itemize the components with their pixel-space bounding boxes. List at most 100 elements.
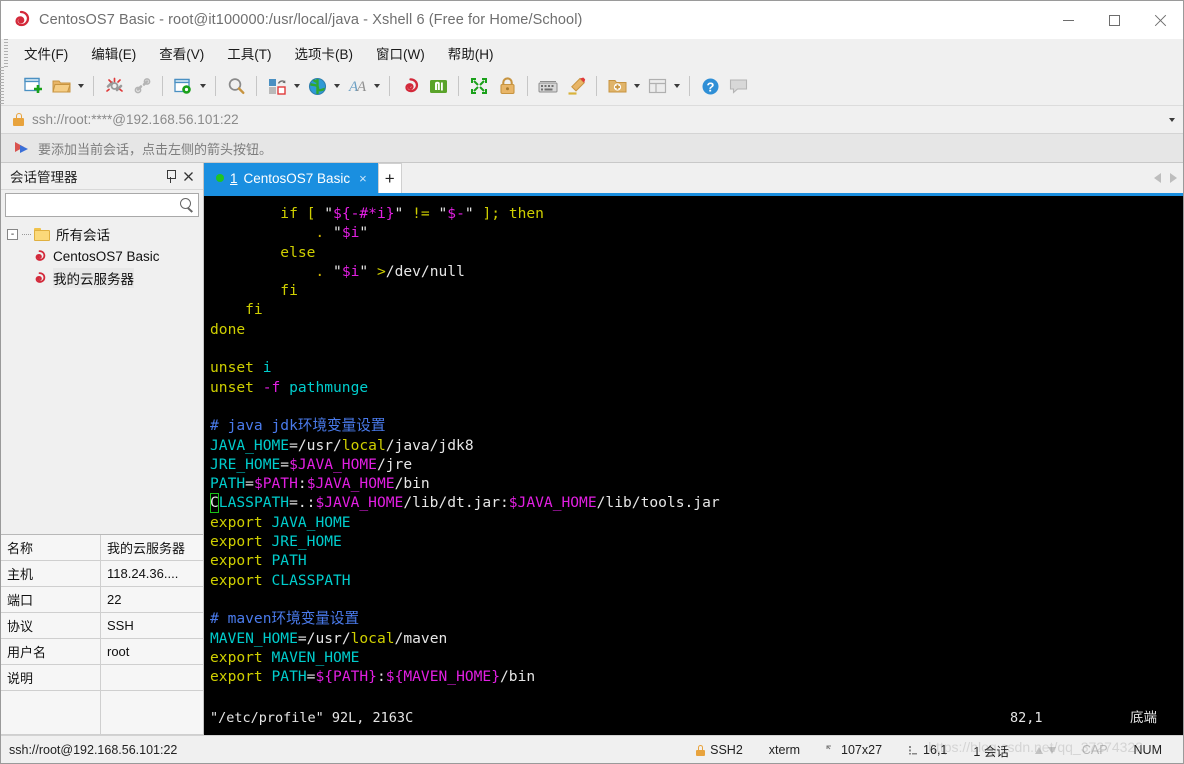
layout-dropdown[interactable] (291, 72, 303, 100)
terminal-text: " (333, 224, 342, 242)
terminal-text: JRE_HOME (210, 455, 281, 473)
terminal-text: /jre (376, 455, 413, 473)
menu-file[interactable]: 文件(F) (21, 41, 71, 65)
panel-close-button[interactable] (179, 166, 197, 186)
property-value: 118.24.36.... (107, 566, 179, 581)
property-key-blank (1, 691, 101, 734)
terminal-area: 1 CentosOS7 Basic × + if [ "${-#*i}" != … (204, 163, 1183, 735)
tab-close-button[interactable]: × (356, 171, 370, 186)
toolbar: A A ? (0, 67, 1183, 105)
lock-icon[interactable] (493, 72, 521, 100)
new-folder-dropdown[interactable] (631, 72, 643, 100)
panes-dropdown[interactable] (671, 72, 683, 100)
menu-window[interactable]: 窗口(W) (373, 41, 428, 65)
chevron-left-icon[interactable] (1154, 173, 1161, 183)
terminal-line: export PATH=${PATH}:${MAVEN_HOME}/bin (210, 667, 1183, 686)
address-bar[interactable]: ssh://root:****@192.168.56.101:22 (1, 105, 1183, 133)
terminal-text: export (210, 552, 272, 570)
session-properties-icon[interactable] (169, 72, 197, 100)
tree-node-all-sessions[interactable]: - 所有会话 (1, 223, 203, 245)
panes-icon[interactable] (643, 72, 671, 100)
terminal-text: MAVEN_HOME (210, 629, 298, 647)
terminal-text: /bin (500, 668, 536, 686)
status-terminal-type-text: xterm (768, 743, 801, 757)
terminal-line: export PATH (210, 551, 1183, 570)
keyboard-icon[interactable] (534, 72, 562, 100)
reconnect-icon[interactable] (128, 72, 156, 100)
close-button[interactable] (1137, 1, 1183, 39)
feedback-icon[interactable] (724, 72, 752, 100)
status-cursor-text: 16,1 (923, 743, 948, 757)
menu-tabs[interactable]: 选项卡(B) (292, 41, 357, 65)
property-key: 名称 (1, 535, 101, 560)
terminal-text: ]; (473, 205, 509, 222)
help-icon[interactable]: ? (696, 72, 724, 100)
vim-scroll-position: 底端 (1130, 710, 1157, 727)
font-icon[interactable]: A A (343, 72, 371, 100)
menu-bar: 文件(F) 编辑(E) 查看(V) 工具(T) 选项卡(B) 窗口(W) 帮助(… (1, 39, 1183, 67)
address-input[interactable]: ssh://root:****@192.168.56.101:22 (13, 108, 1159, 132)
xftp-icon[interactable] (424, 72, 452, 100)
chevron-right-icon[interactable] (1170, 173, 1177, 183)
session-tree: - 所有会话 CentosOS7 Basic 我的云服务器 (1, 217, 203, 534)
open-folder-icon[interactable] (47, 72, 75, 100)
fullscreen-icon[interactable] (465, 72, 493, 100)
terminal-text: = (280, 455, 290, 473)
property-row-username: 用户名 root (1, 639, 203, 665)
terminal-text: /usr/ (306, 629, 351, 647)
menu-view[interactable]: 查看(V) (156, 41, 207, 65)
menu-edit[interactable]: 编辑(E) (88, 41, 139, 65)
toolbar-separator (458, 76, 459, 96)
font-dropdown[interactable] (371, 72, 383, 100)
terminal-line: export JRE_HOME (210, 532, 1183, 551)
address-dropdown-button[interactable] (1161, 106, 1183, 134)
globe-encoding-icon[interactable] (303, 72, 331, 100)
status-cursor: 16,1 (895, 743, 960, 757)
terminal-output[interactable]: if [ "${-#*i}" != "$-" ]; then . "$i" el… (204, 196, 1183, 735)
disconnect-icon[interactable] (100, 72, 128, 100)
xshell-session-icon (32, 249, 47, 264)
globe-encoding-dropdown[interactable] (331, 72, 343, 100)
terminal-text: $JAVA_HOME (289, 455, 377, 473)
arrow-up-icon (1034, 746, 1043, 754)
property-row-description: 说明 (1, 665, 203, 691)
xshell-icon[interactable] (396, 72, 424, 100)
tree-node-my-cloud-server[interactable]: 我的云服务器 (1, 267, 203, 289)
terminal-text: export (210, 533, 272, 551)
lock-icon (13, 113, 24, 126)
pin-icon (165, 169, 176, 183)
property-value (101, 665, 203, 690)
tree-node-centosos7-basic[interactable]: CentosOS7 Basic (1, 245, 203, 267)
new-tab-button[interactable]: + (377, 163, 402, 193)
maximize-button[interactable] (1091, 1, 1137, 39)
chevron-down-icon (334, 84, 340, 88)
terminal-cursor: C (210, 493, 219, 513)
menu-tools[interactable]: 工具(T) (224, 41, 274, 65)
terminal-text: " (324, 205, 334, 222)
status-connection: ssh://root@192.168.56.101:22 (9, 742, 178, 757)
session-properties-dropdown[interactable] (197, 72, 209, 100)
open-folder-dropdown[interactable] (75, 72, 87, 100)
notice-bar: 要添加当前会话，点击左侧的箭头按钮。 (1, 133, 1183, 163)
tab-centosos7-basic[interactable]: 1 CentosOS7 Basic × (204, 163, 378, 193)
layout-icon[interactable] (263, 72, 291, 100)
pin-button[interactable] (161, 166, 179, 186)
new-folder-icon[interactable] (603, 72, 631, 100)
terminal-text: $i (341, 224, 360, 242)
terminal-text: . (210, 224, 334, 242)
expander-icon[interactable]: - (7, 228, 18, 240)
find-icon[interactable] (222, 72, 250, 100)
terminal-line: fi (210, 281, 1183, 300)
minimize-button[interactable] (1045, 1, 1091, 39)
menu-help[interactable]: 帮助(H) (445, 41, 497, 65)
terminal-text: /dev/null (385, 262, 465, 280)
chevron-down-icon (674, 84, 680, 88)
terminal-text: ${PATH} (315, 668, 377, 686)
highlight-icon[interactable] (562, 72, 590, 100)
window-title: CentosOS7 Basic - root@it100000:/usr/loc… (39, 12, 583, 28)
session-search-input[interactable] (5, 193, 199, 217)
vim-status-line: "/etc/profile" 92L, 2163C 82,1 底端 (210, 709, 1173, 729)
new-session-icon[interactable] (19, 72, 47, 100)
